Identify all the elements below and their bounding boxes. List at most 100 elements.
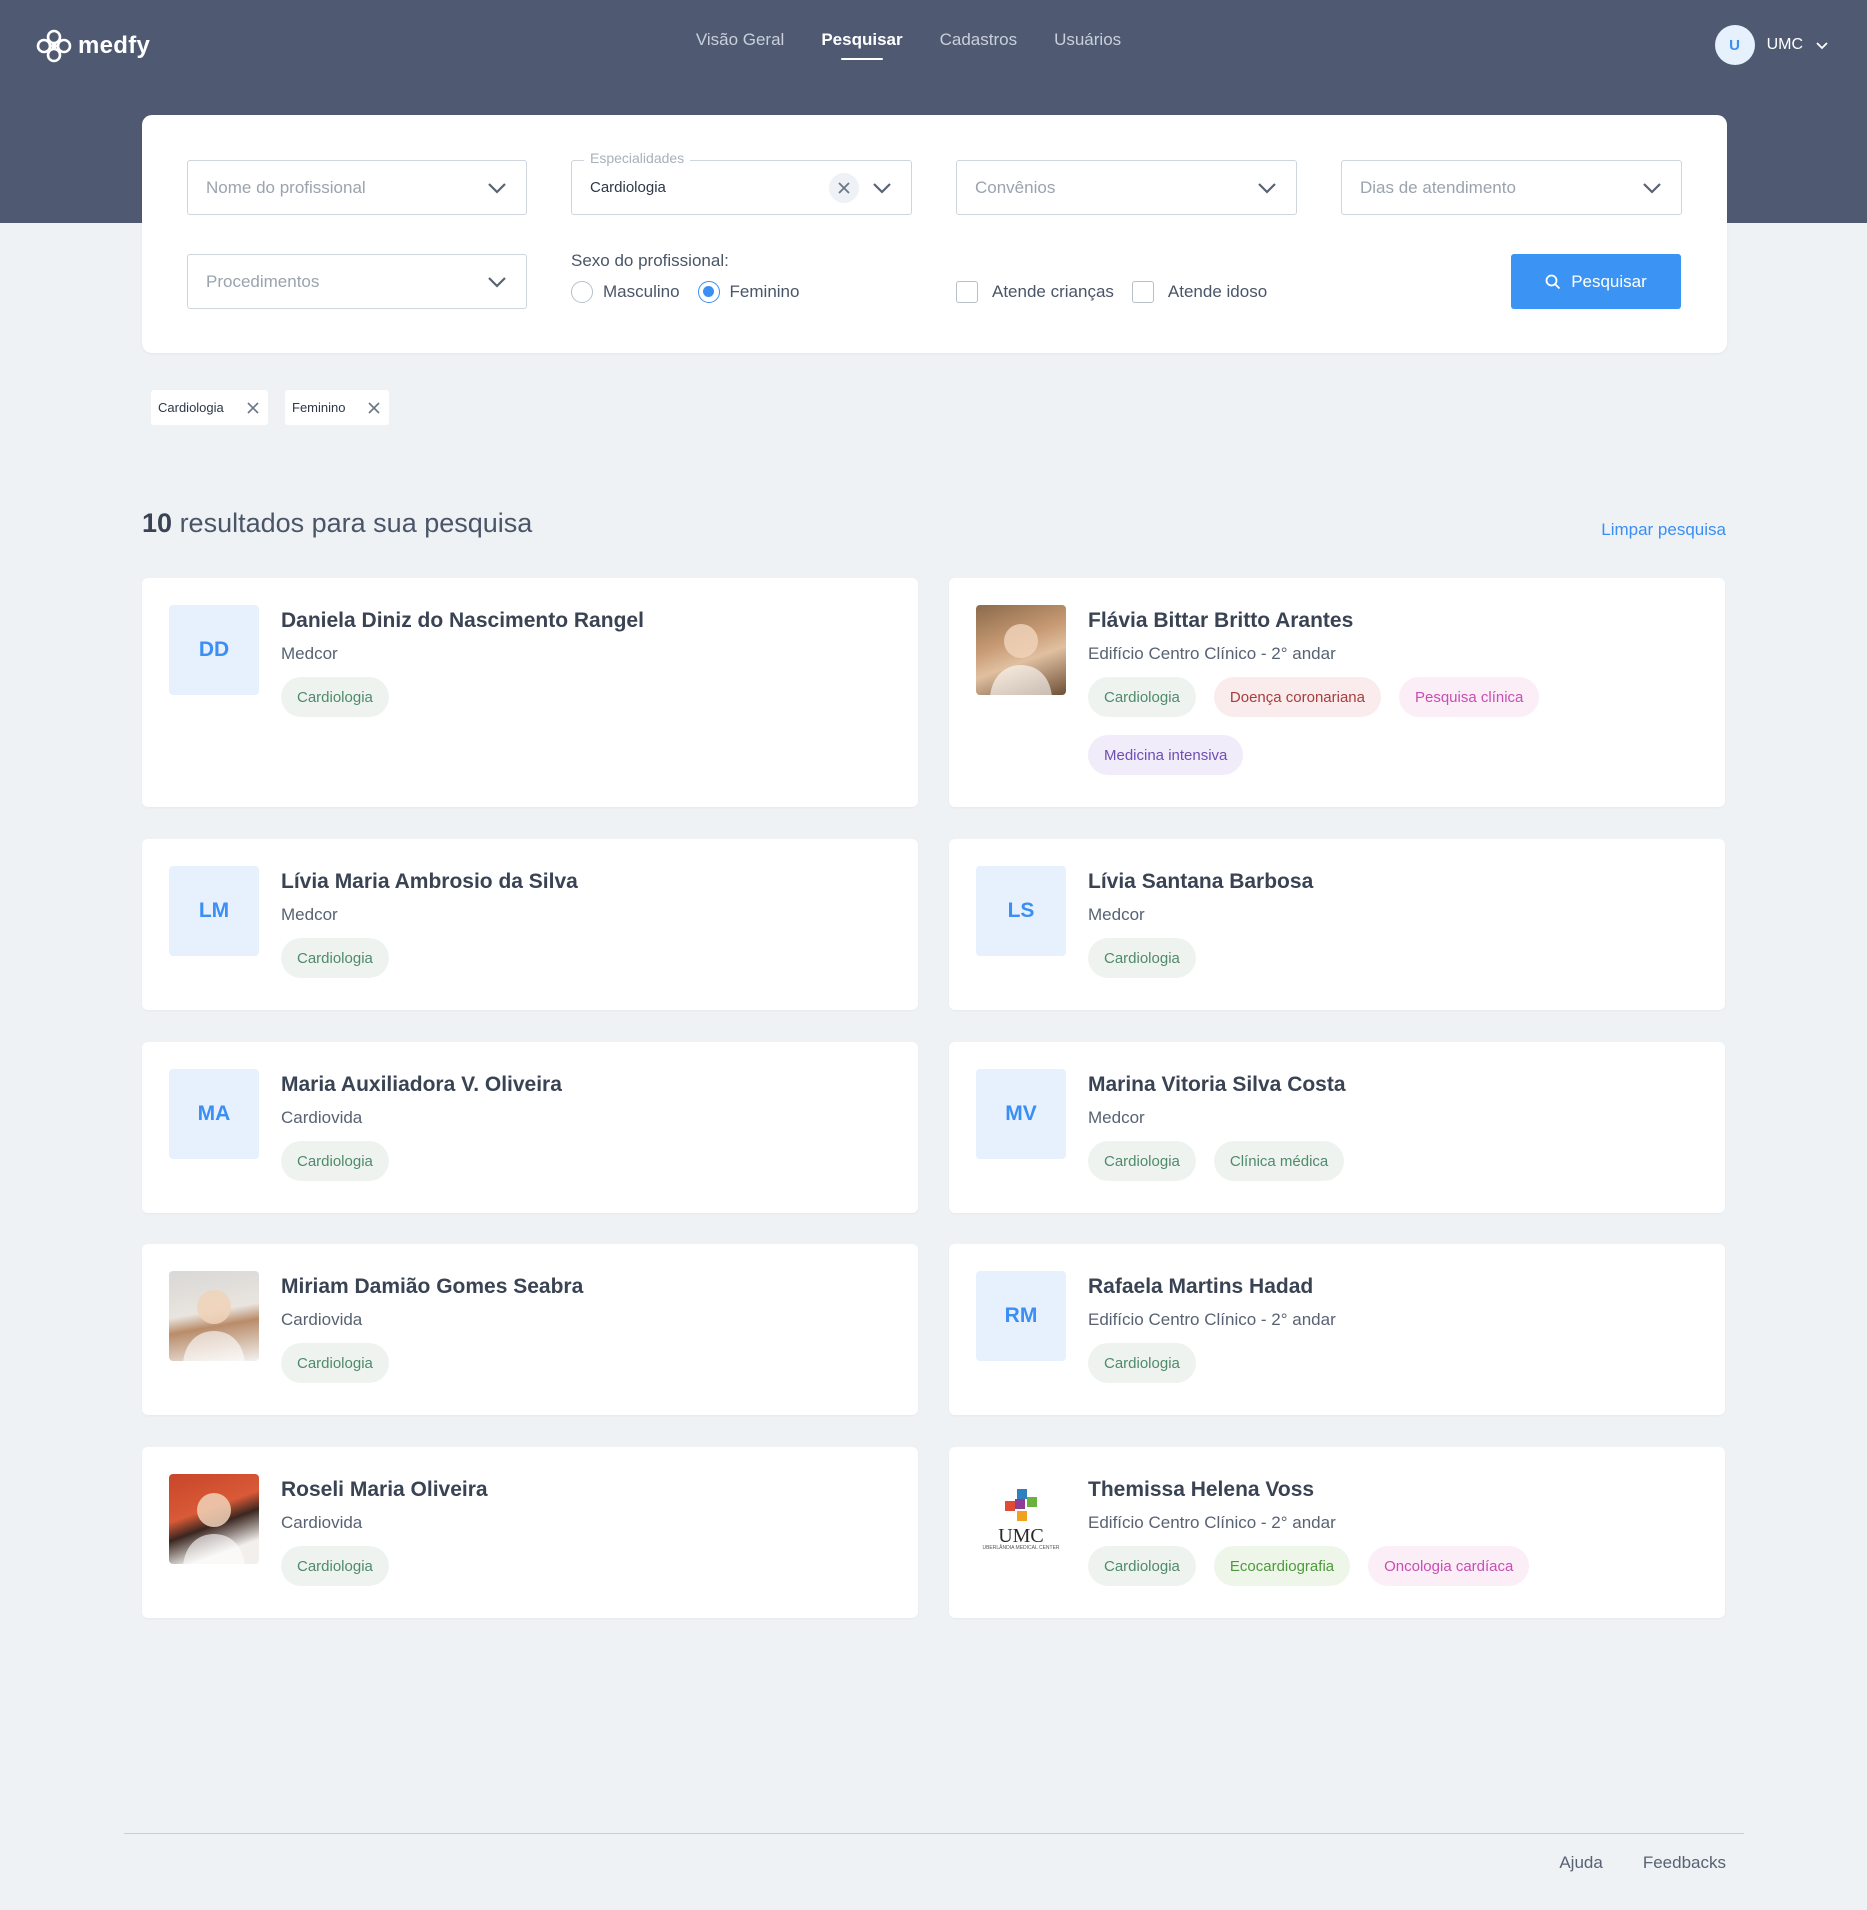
avatar-initials: DD: [169, 605, 259, 695]
professional-name[interactable]: Flávia Bittar Britto Arantes: [1088, 608, 1705, 634]
results-title: 10 resultados para sua pesquisa: [142, 508, 532, 539]
professional-card[interactable]: Flávia Bittar Britto Arantes Edifício Cen…: [949, 578, 1725, 807]
radio-masculino[interactable]: [571, 281, 593, 303]
specialty-tag: Cardiologia: [281, 1343, 389, 1383]
professional-name[interactable]: Marina Vitoria Silva Costa: [1088, 1072, 1705, 1098]
professional-name[interactable]: Lívia Santana Barbosa: [1088, 869, 1705, 895]
radio-feminino[interactable]: [697, 281, 720, 303]
specialty-tags: Cardiologia: [1088, 938, 1705, 978]
profissional-select[interactable]: Nome do profissional: [187, 160, 527, 215]
professional-location: Edifício Centro Clínico - 2° andar: [1088, 644, 1336, 663]
specialty-tag: Cardiologia: [281, 1546, 389, 1586]
professional-name[interactable]: Themissa Helena Voss: [1088, 1477, 1705, 1503]
professional-name[interactable]: Rafaela Martins Hadad: [1088, 1274, 1705, 1300]
chevron-down-icon: [1643, 182, 1661, 194]
professional-card[interactable]: RM Rafaela Martins Hadad Edifício Centro C…: [949, 1244, 1725, 1415]
card-body: Rafaela Martins Hadad Edifício Centro Clí…: [1088, 1274, 1705, 1383]
professional-card[interactable]: DD Daniela Diniz do Nascimento Rangel Medc…: [142, 578, 918, 807]
avatar-photo: [169, 1271, 259, 1361]
nav-cadastros[interactable]: Cadastros: [940, 30, 1017, 60]
professional-location: Medcor: [1088, 1108, 1145, 1127]
sexo-label: Sexo do profissional:: [571, 251, 729, 270]
specialty-tag: Doença coronariana: [1213, 677, 1381, 717]
umc-logo-subtext: UBERLÂNDIA MEDICAL CENTER: [982, 1544, 1060, 1551]
chevron-down-icon: [488, 276, 506, 288]
chip-feminino: Feminino: [285, 390, 390, 425]
specialty-tag: Cardiologia: [1088, 1343, 1196, 1383]
card-body: Lívia Santana Barbosa Medcor Cardiologia: [1088, 869, 1705, 978]
professional-card[interactable]: LS Lívia Santana Barbosa Medcor Cardiologia: [949, 839, 1725, 1010]
specialty-tags: Cardiologia: [281, 1141, 898, 1181]
close-icon[interactable]: [246, 401, 260, 415]
specialty-tag: Cardiologia: [281, 677, 389, 717]
checkbox-group: Atende crianças Atende idoso: [956, 281, 1285, 303]
professional-name[interactable]: Lívia Maria Ambrosio da Silva: [281, 869, 898, 895]
specialty-tags: Cardiologia Ecocardiografia Oncologia card…: [1088, 1546, 1705, 1586]
nav-pesquisar[interactable]: Pesquisar: [821, 30, 902, 60]
avatar-initials: MA: [169, 1069, 259, 1159]
specialty-tag: Cardiologia: [1088, 938, 1196, 978]
search-button[interactable]: Pesquisar: [1511, 254, 1681, 309]
checkbox-criancas[interactable]: [956, 281, 978, 303]
clear-icon[interactable]: [829, 172, 859, 203]
specialty-tag: Clínica médica: [1213, 1141, 1345, 1181]
avatar-initials: LM: [169, 866, 259, 956]
user-menu[interactable]: U UMC: [1714, 25, 1829, 65]
professional-card[interactable]: UMC UBERLÂNDIA MEDICAL CENTER Themissa Hel…: [949, 1447, 1725, 1618]
professional-location: Cardiovida: [281, 1108, 363, 1127]
footer-feedback-link[interactable]: Feedbacks: [1643, 1853, 1726, 1873]
avatar-initials: RM: [976, 1271, 1066, 1361]
chip-cardiologia: Cardiologia: [151, 390, 268, 425]
chevron-down-icon: [1816, 42, 1828, 50]
specialty-tag: Cardiologia: [1088, 1546, 1196, 1586]
convenios-select[interactable]: Convênios: [956, 160, 1297, 215]
checkbox-criancas-label[interactable]: Atende crianças: [992, 282, 1114, 302]
checkbox-idoso[interactable]: [1131, 281, 1154, 303]
search-icon: [1545, 274, 1561, 289]
nav-visao-geral[interactable]: Visão Geral: [696, 30, 785, 60]
user-avatar: U: [1714, 25, 1755, 65]
checkbox-idoso-label[interactable]: Atende idoso: [1168, 282, 1267, 302]
specialty-tag: Ecocardiografia: [1213, 1546, 1351, 1586]
convenios-placeholder: Convênios: [975, 177, 1056, 197]
results-text: resultados para sua pesquisa: [179, 508, 533, 538]
clear-search-link[interactable]: Limpar pesquisa: [1601, 520, 1726, 540]
profissional-placeholder: Nome do profissional: [206, 177, 366, 197]
professional-card[interactable]: MV Marina Vitoria Silva Costa Medcor Cardio…: [949, 1042, 1725, 1213]
person-silhouette-icon: [183, 1493, 245, 1564]
footer-help-link[interactable]: Ajuda: [1559, 1853, 1602, 1873]
specialty-tags: Cardiologia: [281, 677, 898, 717]
radio-feminino-label[interactable]: Feminino: [730, 282, 800, 302]
sexo-radio-group: Masculino Feminino: [571, 281, 817, 303]
professional-location: Edifício Centro Clínico - 2° andar: [1088, 1310, 1336, 1329]
procedimentos-select[interactable]: Procedimentos: [187, 254, 527, 309]
professional-card[interactable]: LM Lívia Maria Ambrosio da Silva Medcor Car…: [142, 839, 918, 1010]
professional-name[interactable]: Maria Auxiliadora V. Oliveira: [281, 1072, 898, 1098]
nav-usuarios[interactable]: Usuários: [1054, 30, 1121, 60]
dias-select[interactable]: Dias de atendimento: [1341, 160, 1682, 215]
close-icon[interactable]: [367, 401, 381, 415]
specialty-tag: Cardiologia: [1088, 677, 1196, 717]
specialty-tags: Cardiologia: [281, 938, 898, 978]
professional-card[interactable]: MA Maria Auxiliadora V. Oliveira Cardiovid…: [142, 1042, 918, 1213]
professional-card[interactable]: Miriam Damião Gomes Seabra Cardiovida Card…: [142, 1244, 918, 1415]
especialidades-label: Especialidades: [584, 150, 691, 166]
professional-location: Cardiovida: [281, 1513, 363, 1532]
dias-placeholder: Dias de atendimento: [1360, 177, 1516, 197]
card-body: Maria Auxiliadora V. Oliveira Cardiovida C…: [281, 1072, 898, 1181]
chevron-down-icon: [488, 182, 506, 194]
professional-name[interactable]: Roseli Maria Oliveira: [281, 1477, 898, 1503]
card-body: Lívia Maria Ambrosio da Silva Medcor Cardi…: [281, 869, 898, 978]
especialidades-select[interactable]: Especialidades Cardiologia: [571, 150, 912, 215]
radio-masculino-label[interactable]: Masculino: [603, 282, 680, 302]
specialty-tags: Cardiologia Doença coronariana Pesquisa cl…: [1088, 677, 1705, 775]
umc-logo-icon: [1005, 1488, 1037, 1521]
professional-name[interactable]: Miriam Damião Gomes Seabra: [281, 1274, 898, 1300]
card-body: Daniela Diniz do Nascimento Rangel Medcor…: [281, 608, 898, 717]
professional-name[interactable]: Daniela Diniz do Nascimento Rangel: [281, 608, 898, 634]
specialty-tags: Cardiologia: [1088, 1343, 1705, 1383]
avatar-initials: LS: [976, 866, 1066, 956]
professional-location: Edifício Centro Clínico - 2° andar: [1088, 1513, 1336, 1532]
professional-card[interactable]: Roseli Maria Oliveira Cardiovida Cardiolog…: [142, 1447, 918, 1618]
specialty-tags: Cardiologia Clínica médica: [1088, 1141, 1705, 1181]
